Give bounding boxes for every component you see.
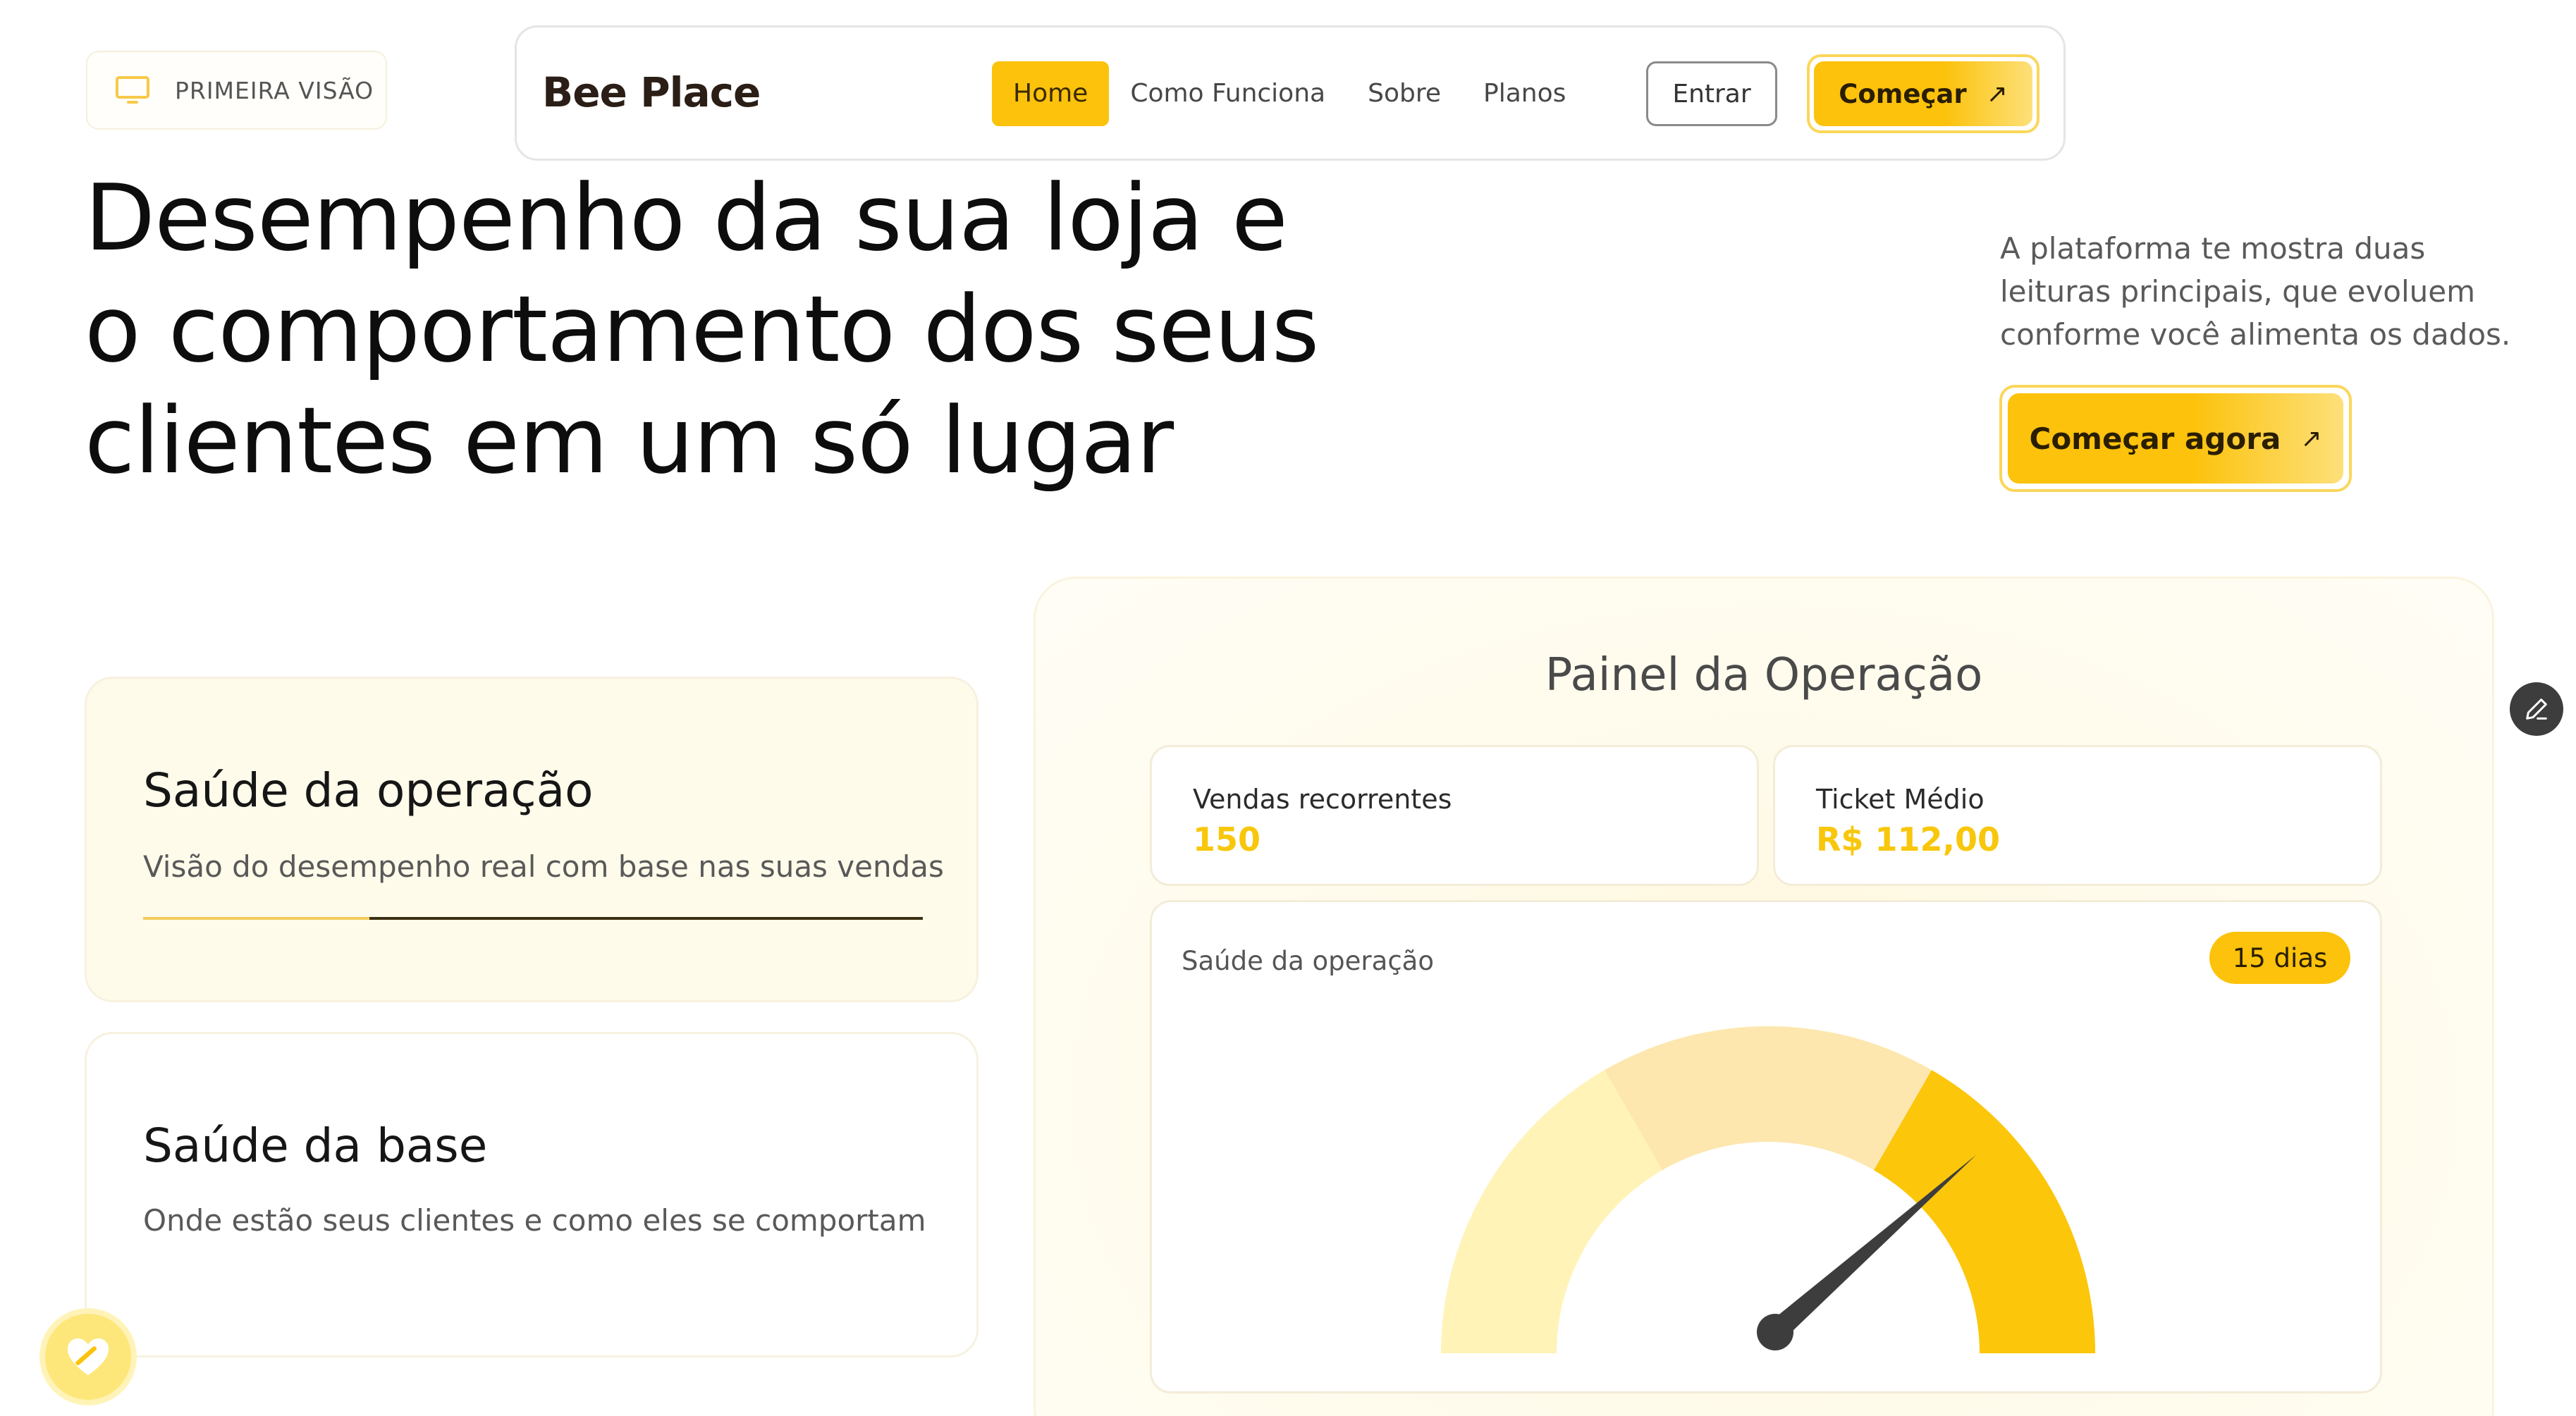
first-view-badge: PRIMEIRA VISÃO <box>86 51 387 130</box>
gauge-card: Saúde da operação 15 dias <box>1150 900 2382 1393</box>
dashboard-panel: Painel da Operação Vendas recorrentes 15… <box>1034 577 2494 1416</box>
nav-links: Home Como Funciona Sobre Planos <box>992 61 1587 126</box>
stat-recurring-sales: Vendas recorrentes 150 <box>1150 745 1759 886</box>
card-progress-fill <box>143 917 369 920</box>
card-subtitle: Onde estão seus clientes e como eles se … <box>143 1203 926 1238</box>
gauge-needle-hub <box>1757 1314 1793 1350</box>
heart-icon <box>67 1338 109 1376</box>
gauge-chart <box>1441 1026 2095 1353</box>
hero-title-line: clientes em um só lugar <box>85 387 1174 494</box>
stat-value: 150 <box>1193 820 1261 858</box>
hero-description: A plataforma te mostra duas leituras pri… <box>2000 231 2511 352</box>
stat-value: R$ 112,00 <box>1816 820 2000 858</box>
arrow-up-right-icon: ↗ <box>2300 424 2322 453</box>
stat-label: Ticket Médio <box>1816 784 1985 815</box>
card-title: Saúde da operação <box>143 763 594 818</box>
arrow-up-right-icon: ↗ <box>1986 79 2008 109</box>
dashboard-title: Painel da Operação <box>1545 649 1983 701</box>
start-now-button[interactable]: Começar agora ↗ <box>1999 385 2352 492</box>
start-now-button-label: Começar agora <box>2029 421 2281 456</box>
logo[interactable]: Bee Place <box>542 68 761 116</box>
hero-title: Desempenho da sua loja e o comportamento… <box>85 162 1354 496</box>
card-subtitle: Visão do desempenho real com base nas su… <box>143 849 944 884</box>
nav-link-sobre[interactable]: Sobre <box>1347 61 1462 126</box>
login-button-label: Entrar <box>1672 79 1751 109</box>
stat-average-ticket: Ticket Médio R$ 112,00 <box>1773 745 2382 886</box>
card-base-health[interactable]: Saúde da base Onde estão seus clientes e… <box>85 1032 979 1357</box>
nav-link-home[interactable]: Home <box>992 61 1110 126</box>
edit-button[interactable] <box>2510 682 2563 736</box>
gauge-needle <box>1767 1155 1977 1341</box>
gauge-segment-mid <box>1605 1026 1932 1171</box>
start-button[interactable]: Começar ↗ <box>1807 54 2040 133</box>
stat-label: Vendas recorrentes <box>1193 784 1452 815</box>
start-button-label: Começar <box>1839 78 1967 109</box>
hero-title-line: o comportamento dos seus <box>85 276 1319 383</box>
pencil-icon <box>2526 698 2547 720</box>
nav-link-como-funciona[interactable]: Como Funciona <box>1109 61 1347 126</box>
nav-link-planos[interactable]: Planos <box>1462 61 1587 126</box>
navbar: Bee Place Home Como Funciona Sobre Plano… <box>515 25 2066 161</box>
badge-label: PRIMEIRA VISÃO <box>175 76 374 104</box>
card-operation-health[interactable]: Saúde da operação Visão do desempenho re… <box>85 677 979 1002</box>
card-progress-bar <box>143 917 923 920</box>
feedback-button[interactable] <box>45 1314 131 1400</box>
login-button[interactable]: Entrar <box>1646 61 1777 126</box>
monitor-icon <box>114 75 152 106</box>
card-title: Saúde da base <box>143 1119 488 1173</box>
hero-title-line: Desempenho da sua loja e <box>85 164 1288 271</box>
